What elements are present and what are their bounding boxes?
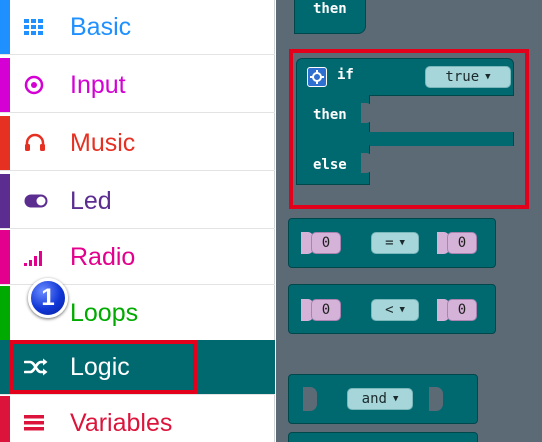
signal-bars-icon xyxy=(24,230,56,284)
target-circle-icon xyxy=(24,58,56,112)
category-label: Led xyxy=(70,186,112,215)
category-color-stripe xyxy=(0,396,10,442)
category-color-stripe xyxy=(0,0,10,54)
category-radio[interactable]: Radio xyxy=(0,230,275,285)
condition-value: true xyxy=(445,69,480,85)
category-label: Logic xyxy=(70,352,130,381)
dropdown-arrow-icon: ▼ xyxy=(485,72,491,82)
operator-value: < xyxy=(385,302,394,318)
else-keyword: else xyxy=(313,157,347,173)
toolbox-sidebar: Basic Input Music Led Radio Loops Logic … xyxy=(0,0,275,442)
toggle-icon xyxy=(24,174,56,228)
right-number-field[interactable]: 0 xyxy=(447,299,477,321)
partial-if-block[interactable]: then xyxy=(294,0,366,34)
dropdown-arrow-icon: ▼ xyxy=(392,394,399,404)
gear-icon[interactable] xyxy=(307,67,327,87)
right-number-field[interactable]: 0 xyxy=(447,232,477,254)
then-else-divider xyxy=(296,132,514,146)
boolean-socket xyxy=(429,387,443,411)
compare-equal-block[interactable]: 0 = ▼ 0 xyxy=(288,218,496,268)
dropdown-arrow-icon: ▼ xyxy=(399,305,405,315)
and-block[interactable]: and ▼ xyxy=(288,374,478,424)
category-color-stripe xyxy=(0,230,10,284)
partial-block-bottom[interactable] xyxy=(288,432,478,442)
if-keyword: if xyxy=(337,67,354,83)
operator-value: = xyxy=(385,235,394,251)
then-section: then xyxy=(296,95,373,133)
category-logic[interactable]: Logic xyxy=(0,340,275,395)
category-input[interactable]: Input xyxy=(0,58,275,113)
category-label: Radio xyxy=(70,242,136,271)
compare-less-block[interactable]: 0 < ▼ 0 xyxy=(288,284,496,334)
list-icon xyxy=(24,396,56,442)
operator-value: and xyxy=(361,391,387,407)
category-label: Loops xyxy=(70,298,139,327)
category-label: Variables xyxy=(70,408,173,437)
statement-slot xyxy=(361,153,373,173)
shuffle-icon xyxy=(24,340,56,394)
blocks-workspace: then if true ▼ then else 2 0 = ▼ xyxy=(276,0,542,442)
category-variables[interactable]: Variables xyxy=(0,396,275,442)
headphones-icon xyxy=(24,116,56,170)
category-color-stripe xyxy=(0,340,10,394)
category-label: Music xyxy=(70,128,136,157)
grid-icon xyxy=(24,0,56,54)
logic-operator-dropdown[interactable]: and ▼ xyxy=(347,388,413,410)
boolean-socket xyxy=(303,387,317,411)
if-block-header[interactable]: if true ▼ xyxy=(296,58,514,96)
operator-dropdown[interactable]: < ▼ xyxy=(371,299,419,321)
left-number-field[interactable]: 0 xyxy=(311,299,341,321)
category-music[interactable]: Music xyxy=(0,116,275,171)
left-number-field[interactable]: 0 xyxy=(311,232,341,254)
category-color-stripe xyxy=(0,286,10,340)
category-color-stripe xyxy=(0,116,10,170)
category-color-stripe xyxy=(0,174,10,228)
statement-slot xyxy=(361,103,373,123)
dropdown-arrow-icon: ▼ xyxy=(399,238,405,248)
category-label: Basic xyxy=(70,12,132,41)
category-color-stripe xyxy=(0,58,10,112)
category-label: Input xyxy=(70,70,126,99)
category-basic[interactable]: Basic xyxy=(0,0,275,55)
then-keyword: then xyxy=(313,1,347,17)
then-keyword: then xyxy=(313,107,347,123)
else-section: else xyxy=(296,145,373,185)
step-badge-1: 1 xyxy=(28,278,68,318)
operator-dropdown[interactable]: = ▼ xyxy=(371,232,419,254)
condition-dropdown[interactable]: true ▼ xyxy=(425,66,511,88)
category-led[interactable]: Led xyxy=(0,174,275,229)
